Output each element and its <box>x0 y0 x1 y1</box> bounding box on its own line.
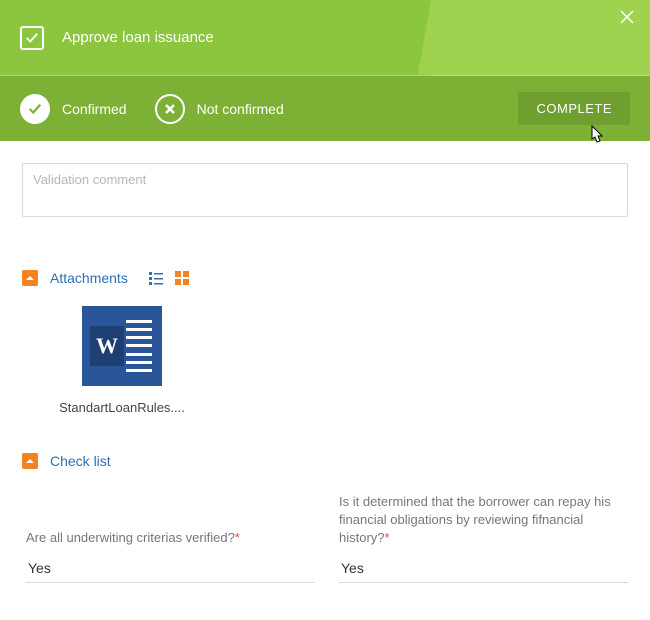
close-button[interactable] <box>620 10 634 29</box>
status-not-confirmed-label: Not confirmed <box>197 101 284 117</box>
view-toggles <box>148 270 190 286</box>
field-label: Is it determined that the borrower can r… <box>339 493 628 548</box>
attachment-name: StandartLoanRules.... <box>52 400 192 415</box>
checklist-field: Is it determined that the borrower can r… <box>339 493 628 583</box>
attachments-header: Attachments <box>22 270 628 286</box>
checklist-section: Check list Are all underwiting criterias… <box>22 453 628 583</box>
collapse-toggle[interactable] <box>22 453 38 469</box>
dialog-title: Approve loan issuance <box>62 29 214 46</box>
check-icon <box>20 94 50 124</box>
validation-comment-input[interactable] <box>22 163 628 217</box>
field-value[interactable]: Yes <box>26 556 315 583</box>
attachment-item[interactable]: W StandartLoanRules.... <box>52 306 192 415</box>
list-view-icon[interactable] <box>148 270 164 286</box>
status-confirmed-label: Confirmed <box>62 101 127 117</box>
field-label: Are all underwiting criterias verified?* <box>26 529 315 547</box>
checklist-field: Are all underwiting criterias verified?*… <box>26 529 315 582</box>
collapse-toggle[interactable] <box>22 270 38 286</box>
action-bar: Confirmed Not confirmed COMPLETE <box>0 76 650 141</box>
status-confirmed[interactable]: Confirmed <box>20 94 127 124</box>
approve-task-icon <box>20 26 44 50</box>
dialog-body: Attachments <box>0 141 650 620</box>
checklist-body: Are all underwiting criterias verified?*… <box>22 469 628 583</box>
word-doc-icon: W <box>82 306 162 386</box>
checklist-title: Check list <box>50 453 111 469</box>
field-value[interactable]: Yes <box>339 556 628 583</box>
x-icon <box>155 94 185 124</box>
complete-button[interactable]: COMPLETE <box>518 92 630 125</box>
dialog-header: Approve loan issuance <box>0 0 650 76</box>
status-not-confirmed[interactable]: Not confirmed <box>155 94 284 124</box>
status-group: Confirmed Not confirmed <box>20 94 518 124</box>
attachments-section: Attachments <box>22 270 628 415</box>
attachments-title: Attachments <box>50 270 128 286</box>
checklist-header: Check list <box>22 453 628 469</box>
grid-view-icon[interactable] <box>174 270 190 286</box>
attachments-body: W StandartLoanRules.... <box>22 286 628 415</box>
